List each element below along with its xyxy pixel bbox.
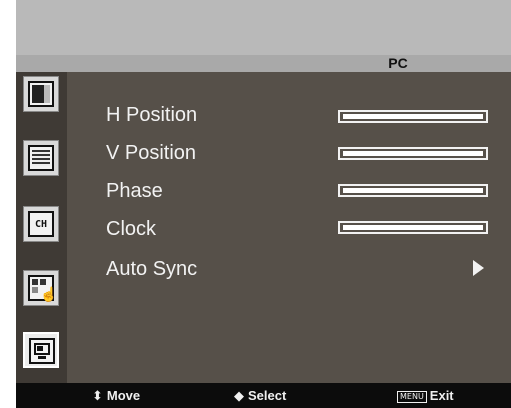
hint-select: ◆ Select — [234, 383, 286, 408]
hint-move: ⬍ Move — [92, 383, 140, 408]
hint-select-label: Select — [248, 388, 287, 403]
hint-exit: MENU Exit — [397, 383, 454, 408]
picture-icon — [28, 81, 54, 107]
sidebar-item-channel[interactable]: CH — [23, 206, 59, 242]
menu-item-phase[interactable]: Phase — [106, 177, 163, 205]
h-position-slider[interactable] — [338, 110, 488, 123]
osd-window: PC CH ☝ H Position V Position Phase Cloc… — [16, 0, 511, 408]
menu-item-v-position[interactable]: V Position — [106, 139, 196, 167]
menu-item-auto-sync[interactable]: Auto Sync — [106, 255, 197, 283]
channel-icon-text: CH — [34, 219, 48, 230]
menu-key-icon: MENU — [397, 390, 427, 403]
menu-item-h-position[interactable]: H Position — [106, 101, 197, 129]
top-band — [16, 0, 511, 55]
submenu-arrow-icon[interactable] — [473, 260, 484, 276]
up-down-arrow-icon: ⬍ — [92, 388, 103, 403]
hint-move-label: Move — [106, 388, 141, 403]
footer-bar: ⬍ Move ◆ Select MENU Exit — [16, 383, 511, 408]
sidebar: CH ☝ — [16, 72, 67, 383]
phase-slider[interactable] — [338, 184, 488, 197]
menu-title: PC — [388, 55, 408, 71]
menu-item-clock[interactable]: Clock — [106, 215, 156, 243]
v-position-slider[interactable] — [338, 147, 488, 160]
sidebar-item-audio[interactable] — [23, 140, 59, 176]
audio-icon — [28, 145, 54, 171]
clock-slider[interactable] — [338, 221, 488, 234]
hint-exit-label: Exit — [429, 388, 454, 403]
title-bar: PC — [16, 55, 511, 72]
channel-icon: CH — [28, 211, 54, 237]
function-icon: ☝ — [28, 275, 57, 301]
pc-icon — [29, 338, 55, 364]
sidebar-item-function[interactable]: ☝ — [23, 270, 59, 306]
sidebar-item-pc[interactable] — [23, 332, 59, 368]
left-right-arrow-icon: ◆ — [234, 388, 244, 403]
sidebar-item-picture[interactable] — [23, 76, 59, 112]
